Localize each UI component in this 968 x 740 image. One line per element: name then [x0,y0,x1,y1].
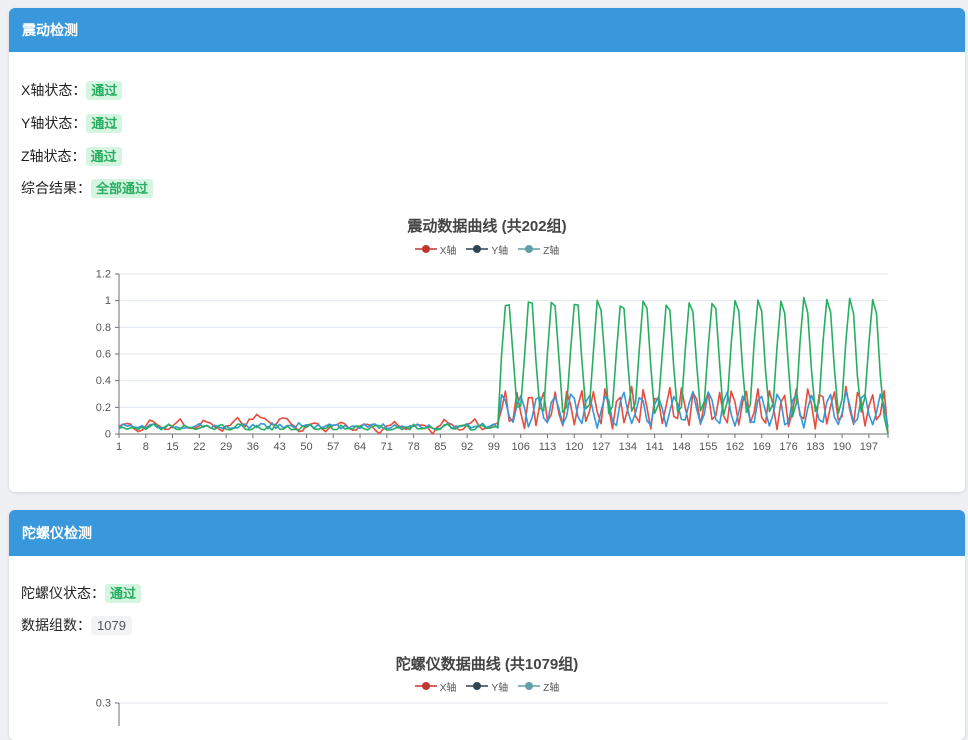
x-tick-label: 57 [327,441,339,453]
x-tick-label: 22 [193,441,205,453]
x-tick-label: 36 [247,441,259,453]
z-axis-status-badge: 通过 [85,146,122,166]
x-tick-label: 43 [274,441,286,453]
x-tick-label: 120 [565,441,583,453]
gyro-legend-item-x[interactable]: X轴 [414,679,457,694]
x-axis-status-label: X轴状态： [21,82,87,98]
x-tick-label: 71 [381,441,393,453]
gyro-header: 陀螺仪检测 [9,510,965,556]
gyro-chart-title: 陀螺仪数据曲线 (共1079组) [395,656,579,673]
y-axis-status-row: Y轴状态： 通过 [21,113,123,133]
legend-x-icon [414,245,437,253]
y-tick-label: 0.8 [96,322,111,334]
overall-result-badge: 全部通过 [91,178,154,198]
gyro-count-label: 数据组数： [21,617,91,633]
vibration-header: 震动检测 [9,8,965,52]
gyro-status-label: 陀螺仪状态： [21,585,105,601]
legend-x-label: X轴 [439,245,457,257]
y-tick-label: 1 [105,295,111,307]
x-tick-label: 190 [833,441,851,453]
legend-item-y[interactable]: Y轴 [466,242,508,257]
vibration-chart[interactable]: 0 0.2 0.4 0.6 0.8 1 1.2 1 8 15 22 29 36 43 50 57 64 71 78 8… [9,258,965,492]
x-tick-label: 141 [645,441,663,453]
legend-item-x[interactable]: X轴 [414,242,457,257]
x-tick-label: 148 [672,441,690,453]
z-axis-status-label: Z轴状态： [21,148,86,164]
legend-y-label: Y轴 [491,245,509,257]
gyro-count-value: 1079 [91,615,132,635]
x-tick-label: 99 [488,441,500,453]
vibration-card: 震动检测 X轴状态： 通过 Y轴状态： 通过 Z轴状态： 通过 综合结果： 全部… [9,8,965,492]
x-tick-label: 78 [407,441,419,453]
overall-result-label: 综合结果： [21,180,91,196]
vibration-chart-title: 震动数据曲线 (共202组) [407,218,567,235]
legend-y-icon [466,245,489,253]
y-tick-label: 0.4 [96,375,111,387]
x-tick-label: 29 [220,441,232,453]
gyro-status-row: 陀螺仪状态： 通过 [21,583,142,603]
gyro-y-tick-label: 0.3 [96,698,111,710]
y-tick-label: 0.2 [96,402,111,414]
gyro-legend-x-icon [414,682,437,690]
x-tick-label: 50 [300,441,312,453]
overall-result-row: 综合结果： 全部通过 [21,178,154,198]
x-tick-label: 15 [166,441,178,453]
legend-z-label: Z轴 [543,245,560,257]
gyro-chart[interactable]: 0.3 [9,696,965,726]
x-tick-label: 155 [699,441,717,453]
gyro-legend-item-z[interactable]: Z轴 [518,679,559,694]
x-tick-label: 197 [860,441,878,453]
gyro-legend-y-icon [466,682,489,690]
gyro-chart-legend[interactable]: X轴 Y轴 Z轴 [9,679,965,694]
y-tick-label: 0 [105,429,111,441]
x-axis-status-row: X轴状态： 通过 [21,80,123,100]
x-tick-label: 64 [354,441,366,453]
x-axis-status-badge: 通过 [86,80,123,100]
x-tick-label: 183 [806,441,824,453]
x-tick-label: 8 [143,441,149,453]
x-tick-label: 92 [461,441,473,453]
x-tick-label: 162 [726,441,744,453]
gyro-count-row: 数据组数： 1079 [21,615,132,635]
x-tick-label: 169 [753,441,771,453]
x-tick-label: 106 [512,441,530,453]
gyro-status-badge: 通过 [105,583,142,603]
x-tick-label: 127 [592,441,610,453]
gyro-card: 陀螺仪检测 陀螺仪状态： 通过 数据组数： 1079 陀螺仪数据曲线 (共107… [9,510,965,740]
x-tick-label: 134 [619,441,637,453]
y-axis-status-badge: 通过 [86,113,123,133]
x-tick-label: 85 [434,441,446,453]
z-axis-status-row: Z轴状态： 通过 [21,146,122,166]
legend-item-z[interactable]: Z轴 [518,242,559,257]
x-tick-label: 113 [539,441,557,453]
x-tick-label: 176 [779,441,797,453]
gyro-legend-item-y[interactable]: Y轴 [466,679,508,694]
gyro-legend-z-label: Z轴 [543,682,560,694]
vibration-chart-legend[interactable]: X轴 Y轴 Z轴 [9,242,965,257]
legend-z-icon [518,245,541,253]
gyro-legend-y-label: Y轴 [491,682,509,694]
gyro-legend-z-icon [518,682,541,690]
y-tick-label: 1.2 [96,269,111,281]
y-tick-label: 0.6 [96,349,111,361]
series-line-y [118,390,889,430]
gyro-legend-x-label: X轴 [439,682,457,694]
y-axis-status-label: Y轴状态： [21,115,87,131]
x-tick-label: 1 [116,441,122,453]
